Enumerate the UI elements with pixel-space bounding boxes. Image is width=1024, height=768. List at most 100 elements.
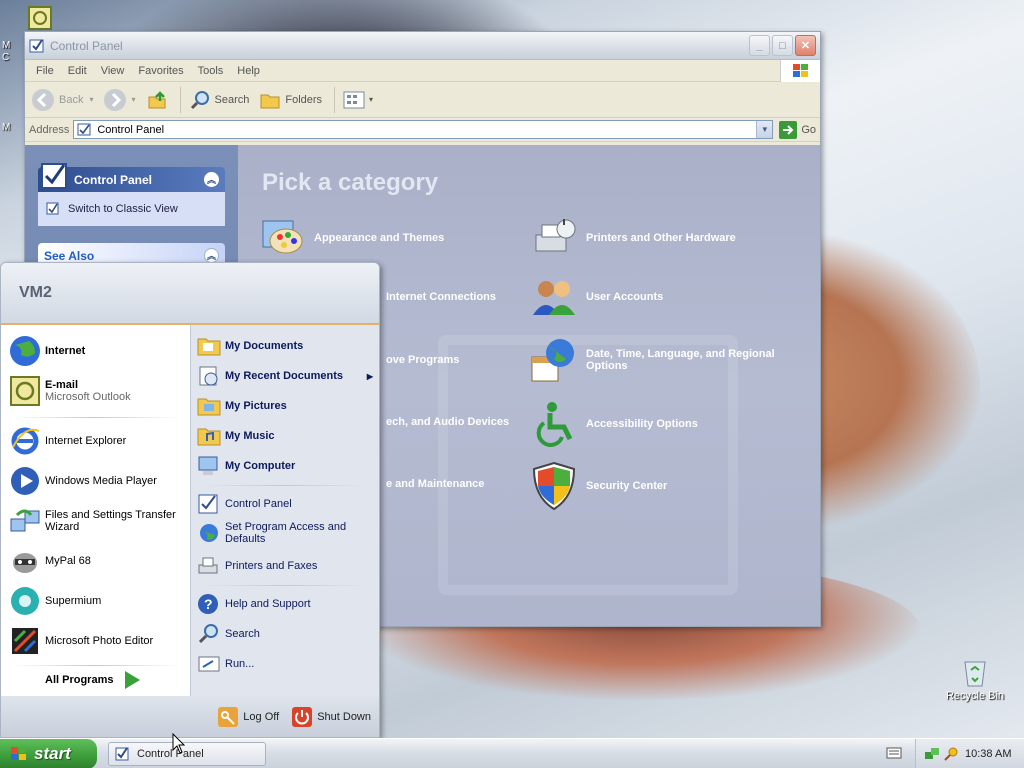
submenu-arrow-icon: ▶: [366, 371, 373, 381]
media-player-icon: [11, 467, 39, 495]
minimize-button[interactable]: _: [749, 35, 770, 56]
go-button[interactable]: Go: [779, 120, 816, 139]
taskbar: start Control Panel 10:38 AM: [0, 738, 1024, 768]
start-menu-user-header: VM2: [1, 263, 379, 325]
control-panel-icon: [29, 38, 44, 52]
category-security-center[interactable]: Security Center: [530, 461, 667, 511]
network-icon[interactable]: [924, 746, 940, 762]
program-files-settings-transfer[interactable]: Files and Settings Transfer Wizard: [9, 505, 187, 537]
forward-button[interactable]: ▾: [103, 88, 136, 112]
menu-help[interactable]: Help: [230, 65, 267, 77]
category-network-internet[interactable]: Internet Connections: [386, 291, 496, 303]
pick-category-heading: Pick a category: [262, 169, 439, 196]
program-windows-media-player[interactable]: Windows Media Player: [9, 465, 157, 497]
place-my-music[interactable]: My Music: [197, 425, 275, 447]
accessibility-icon: [536, 402, 573, 447]
collapse-chevron-icon[interactable]: ︽: [204, 172, 219, 187]
program-supermium[interactable]: Supermium: [9, 585, 101, 617]
program-supermium-label: Supermium: [45, 595, 102, 607]
desktop-edge-label-1: M: [2, 40, 11, 51]
setting-control-panel[interactable]: Control Panel: [197, 493, 292, 515]
views-button[interactable]: ▾: [343, 90, 373, 110]
my-pictures-icon: [197, 398, 221, 416]
pinned-email-sub: Microsoft Outlook: [45, 391, 131, 403]
address-field[interactable]: Control Panel ▼: [73, 120, 774, 139]
desktop-outlook-icon[interactable]: [26, 5, 54, 33]
place-my-pictures[interactable]: My Pictures: [197, 395, 287, 417]
pinned-email[interactable]: E-mail Microsoft Outlook: [9, 375, 131, 407]
category-printers-label: Printers and Other Hardware: [586, 232, 736, 244]
setting-program-access[interactable]: Set Program Access and Defaults: [197, 521, 373, 545]
menu-view[interactable]: View: [94, 65, 132, 77]
menu-bar: File Edit View Favorites Tools Help: [25, 60, 820, 82]
photo-editor-icon: [12, 628, 38, 654]
control-panel-section-header[interactable]: Control Panel ︽: [38, 162, 225, 192]
window-titlebar[interactable]: Control Panel _ □ ✕: [25, 32, 820, 60]
setting-control-panel-label: Control Panel: [225, 498, 292, 510]
see-also-chevron-icon[interactable]: ︽: [204, 248, 219, 263]
start-button[interactable]: start: [0, 739, 97, 768]
search-button[interactable]: Search: [189, 89, 249, 111]
start-menu-programs: Internet E-mail Microsoft Outlook Interne…: [1, 325, 190, 698]
printers-faxes-icon: [198, 557, 218, 574]
menu-edit[interactable]: Edit: [61, 65, 94, 77]
category-performance-maintenance[interactable]: e and Maintenance: [386, 478, 484, 490]
category-date-time-language[interactable]: Date, Time, Language, and Regional Optio…: [530, 337, 800, 383]
all-programs-button[interactable]: All Programs: [45, 670, 141, 690]
taskbar-control-panel[interactable]: Control Panel: [108, 742, 266, 766]
category-printers-hardware[interactable]: Printers and Other Hardware: [530, 215, 736, 261]
program-internet-explorer[interactable]: Internet Explorer: [9, 425, 126, 457]
control-panel-section-title: Control Panel: [74, 172, 153, 187]
maximize-button[interactable]: □: [772, 35, 793, 56]
address-dropdown-button[interactable]: ▼: [756, 121, 773, 138]
place-my-documents[interactable]: My Documents: [197, 335, 303, 357]
keyboard-language-icon[interactable]: [886, 746, 902, 760]
menu-tools[interactable]: Tools: [191, 65, 231, 77]
program-photo-editor-label: Microsoft Photo Editor: [45, 635, 154, 647]
category-date-time-label: Date, Time, Language, and Regional Optio…: [586, 348, 775, 372]
recycle-bin[interactable]: Recycle Bin: [944, 656, 1006, 702]
program-photo-editor[interactable]: Microsoft Photo Editor: [9, 625, 153, 657]
switch-classic-view-link[interactable]: Switch to Classic View: [38, 192, 225, 226]
tool-help-label: Help and Support: [225, 598, 311, 610]
folders-button[interactable]: Folders: [259, 89, 322, 111]
tool-search[interactable]: Search: [197, 623, 260, 645]
category-accessibility[interactable]: Accessibility Options: [530, 401, 698, 447]
back-button[interactable]: Back ▾: [31, 88, 93, 112]
category-user-accounts[interactable]: User Accounts: [530, 277, 663, 317]
place-my-computer-label: My Computer: [225, 460, 296, 472]
setting-printers-faxes[interactable]: Printers and Faxes: [197, 555, 317, 577]
start-label: start: [34, 744, 71, 763]
tray-search-icon[interactable]: [943, 746, 959, 762]
pinned-internet[interactable]: Internet: [9, 335, 85, 367]
tool-search-label: Search: [225, 628, 260, 640]
log-off-label: Log Off: [243, 710, 280, 723]
internet-explorer-icon: [11, 427, 40, 455]
tool-run[interactable]: Run...: [197, 653, 254, 675]
tool-help-support[interactable]: ? Help and Support: [197, 593, 311, 615]
my-music-icon: [197, 428, 221, 446]
pinned-email-label: E-mail: [45, 379, 79, 391]
program-mypal[interactable]: MyPal 68: [9, 545, 91, 577]
taskbar-control-panel-icon: [115, 747, 129, 761]
place-my-computer[interactable]: My Computer: [197, 455, 295, 477]
category-appearance-themes[interactable]: Appearance and Themes: [260, 215, 444, 261]
up-folder-button[interactable]: [146, 89, 168, 111]
category-programs-label: ove Programs: [386, 354, 460, 366]
category-add-remove-programs[interactable]: ove Programs: [386, 354, 459, 366]
category-sounds-speech-audio[interactable]: ech, and Audio Devices: [386, 416, 509, 428]
place-my-recent-documents[interactable]: My Recent Documents ▶: [197, 365, 373, 387]
shut-down-label: Shut Down: [317, 710, 371, 723]
start-menu: VM2 Internet E-mail Microsoft Outlook Int…: [0, 262, 380, 738]
address-bar: Address Control Panel ▼ Go: [25, 118, 820, 142]
log-off-button[interactable]: Log Off: [217, 706, 279, 728]
close-button[interactable]: ✕: [795, 35, 816, 56]
menu-favorites[interactable]: Favorites: [131, 65, 190, 77]
log-off-key-icon: [218, 706, 239, 727]
place-my-documents-label: My Documents: [225, 340, 304, 352]
menu-file[interactable]: File: [29, 65, 61, 77]
control-panel-large-icon: [41, 162, 67, 189]
shut-down-button[interactable]: Shut Down: [291, 706, 371, 728]
internet-globe-icon: [10, 336, 40, 366]
folders-icon: [260, 94, 280, 108]
